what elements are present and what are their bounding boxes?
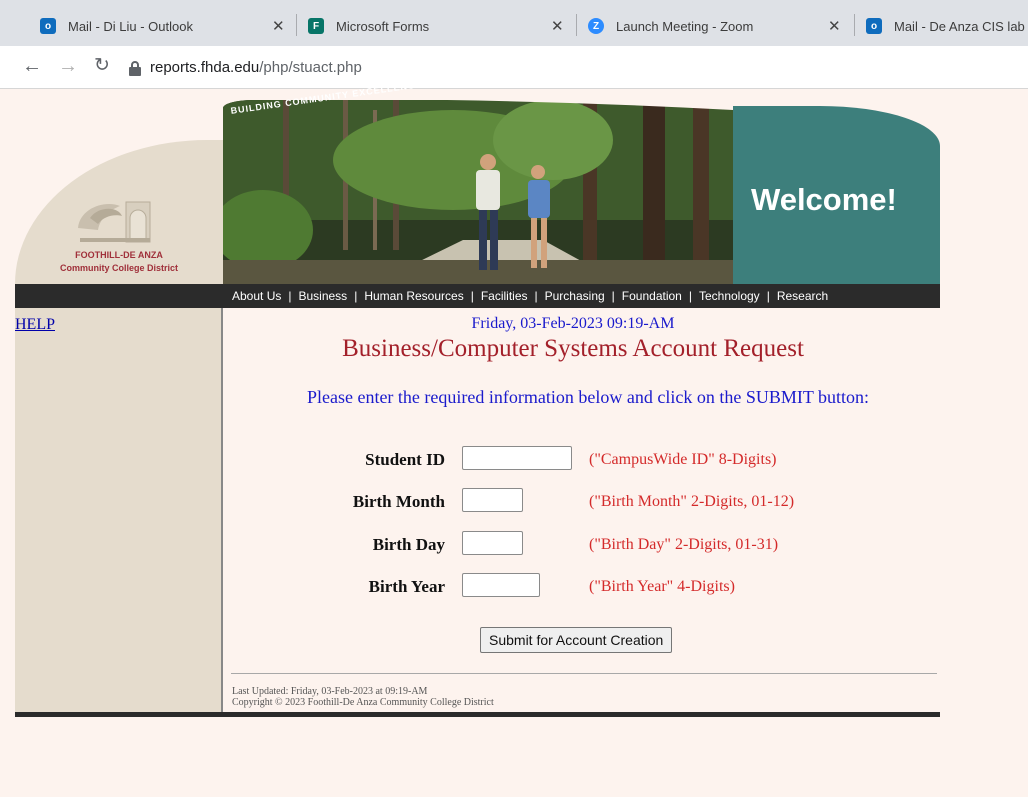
- forward-icon[interactable]: →: [58, 54, 78, 78]
- district-logo: [78, 201, 151, 243]
- birth-day-label: Birth Day: [372, 535, 445, 554]
- nav-link-technology[interactable]: Technology: [699, 289, 760, 303]
- nav-link-purchasing[interactable]: Purchasing: [545, 289, 605, 303]
- help-link[interactable]: HELP: [15, 316, 55, 334]
- browser-tab-bar: o Mail - Di Liu - Outlook ✕ F Microsoft …: [0, 0, 1028, 46]
- birth-year-row: Birth Year ("Birth Year" 4-Digits): [223, 573, 940, 601]
- nav-link-about-us[interactable]: About Us: [232, 289, 281, 303]
- close-icon[interactable]: ✕: [551, 17, 564, 35]
- nav-link-human-resources[interactable]: Human Resources: [364, 289, 463, 303]
- birth-year-label: Birth Year: [368, 577, 445, 596]
- current-datetime: Friday, 03-Feb-2023 09:19-AM: [471, 315, 675, 332]
- logo-text-line2: Community College District: [59, 263, 178, 273]
- birth-month-row: Birth Month ("Birth Month" 2-Digits, 01-…: [223, 488, 940, 516]
- student-id-input[interactable]: [462, 446, 572, 470]
- tab-title: Mail - Di Liu - Outlook: [68, 18, 193, 34]
- back-icon[interactable]: ←: [22, 54, 42, 78]
- close-icon[interactable]: ✕: [272, 17, 285, 35]
- zoom-icon: Z: [588, 18, 604, 34]
- birth-day-row: Birth Day ("Birth Day" 2-Digits, 01-31): [223, 531, 940, 559]
- student-id-hint: ("CampusWide ID" 8-Digits): [589, 451, 777, 468]
- outlook-icon: o: [40, 18, 56, 34]
- submit-button[interactable]: Submit for Account Creation: [480, 627, 673, 653]
- last-updated: Last Updated: Friday, 03-Feb-2023 at 09:…: [232, 686, 428, 697]
- student-id-row: Student ID ("CampusWide ID" 8-Digits): [223, 446, 940, 474]
- url-path: /php/stuact.php: [259, 59, 362, 76]
- browser-tab-forms[interactable]: F Microsoft Forms ✕: [308, 6, 570, 46]
- nav-link-business[interactable]: Business: [298, 289, 347, 303]
- header-logo-area: FOOTHILL-DE ANZA Community College Distr…: [15, 100, 223, 284]
- birth-day-hint: ("Birth Day" 2-Digits, 01-31): [589, 536, 779, 553]
- nav-link-facilities[interactable]: Facilities: [481, 289, 528, 303]
- sidebar: HELP: [15, 308, 223, 712]
- birth-year-hint: ("Birth Year" 4-Digits): [589, 578, 735, 595]
- url-field[interactable]: reports.fhda.edu/php/stuact.php: [150, 59, 362, 76]
- welcome-text: Welcome!: [751, 182, 897, 217]
- page-title: Business/Computer Systems Account Reques…: [342, 335, 804, 362]
- tab-title: Launch Meeting - Zoom: [616, 18, 754, 34]
- instructions: Please enter the required information be…: [306, 387, 870, 407]
- browser-tab-outlook[interactable]: o Mail - Di Liu - Outlook ✕: [40, 6, 290, 46]
- birth-month-label: Birth Month: [352, 492, 445, 511]
- nav-link-research[interactable]: Research: [777, 289, 828, 303]
- logo-text-line1: FOOTHILL-DE ANZA: [75, 250, 163, 260]
- lock-icon: [129, 61, 141, 76]
- forms-icon: F: [308, 18, 324, 34]
- birth-month-hint: ("Birth Month" 2-Digits, 01-12): [589, 493, 795, 510]
- campus-photo: [223, 100, 733, 284]
- divider: [231, 673, 937, 674]
- site-nav-bar: About Us | Business | Human Resources | Facili…: [15, 284, 940, 308]
- birth-month-input[interactable]: [462, 488, 523, 512]
- address-bar: ← → ↻ reports.fhda.edu/php/stuact.php: [0, 46, 1028, 89]
- copyright: Copyright © 2023 Foothill-De Anza Commun…: [232, 697, 494, 708]
- welcome-panel: Welcome!: [733, 106, 940, 284]
- tab-title: Microsoft Forms: [336, 18, 430, 34]
- outlook-icon: o: [866, 18, 882, 34]
- main-content: Friday, 03-Feb-2023 09:19-AM Business/Co…: [223, 308, 940, 712]
- birth-day-input[interactable]: [462, 531, 523, 555]
- bottom-bar: [15, 712, 940, 717]
- student-id-label: Student ID: [365, 450, 445, 469]
- birth-year-input[interactable]: [462, 573, 540, 597]
- nav-link-foundation[interactable]: Foundation: [622, 289, 682, 303]
- tab-title: Mail - De Anza CIS lab: [894, 18, 1025, 34]
- browser-tab-outlook-2[interactable]: o Mail - De Anza CIS lab: [866, 6, 1028, 46]
- page: FOOTHILL-DE ANZA Community College Distr…: [15, 79, 940, 720]
- close-icon[interactable]: ✕: [828, 17, 841, 35]
- url-host: reports.fhda.edu: [150, 59, 260, 76]
- browser-tab-zoom[interactable]: Z Launch Meeting - Zoom ✕: [588, 6, 848, 46]
- reload-icon[interactable]: ↻: [94, 54, 110, 78]
- footer-text: Last Updated: Friday, 03-Feb-2023 at 09:…: [232, 686, 494, 708]
